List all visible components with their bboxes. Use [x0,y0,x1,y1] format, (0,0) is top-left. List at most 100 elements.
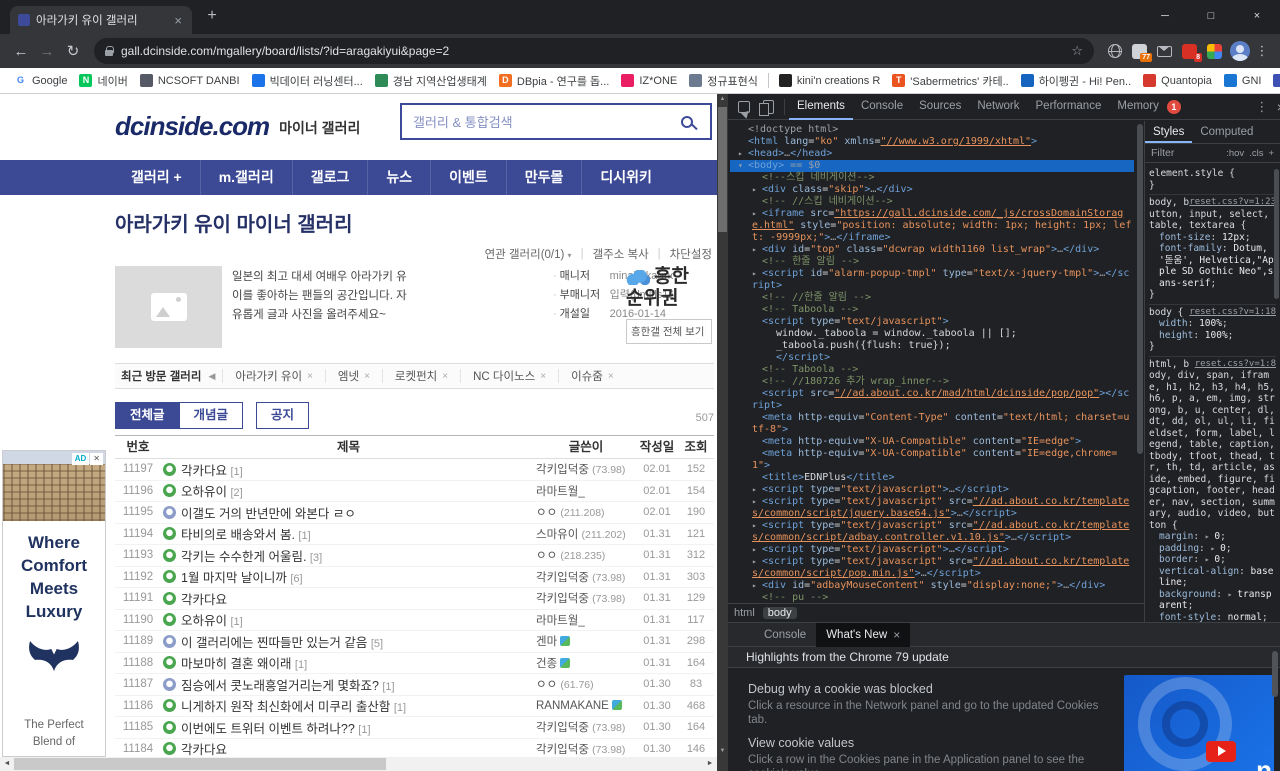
devtools-tab-memory[interactable]: Memory [1109,94,1167,120]
dom-node[interactable]: ▸ <script type="text/javascript" src="//a… [730,496,1134,520]
url-text[interactable]: gall.dcinside.com/mgallery/board/lists/?… [121,44,1063,58]
dom-node[interactable]: </script> [730,352,1134,364]
post-title[interactable]: 1월 마지막 날이니까 [6] [181,567,536,586]
table-row[interactable]: 11187 짐승에서 콧노래흥얼거리는게 몇화죠? [1] ㅇㅇ (61.76) 01… [115,674,714,696]
table-row[interactable]: 11196 오하유이 [2] 라마트월_ 02.01 154 [115,481,714,502]
bookmark-item[interactable]: D DBpia - 연구를 돕... [493,73,615,89]
dom-node[interactable]: <!-- //한줄 알림 --> [730,292,1134,304]
bookmark-item[interactable]: 경남 지역산업생태계 [369,73,493,89]
breadcrumb-html[interactable]: html [734,607,755,619]
post-title[interactable]: 타비의로 배송와서 봄. [1] [181,524,536,543]
dom-node[interactable]: <!-- //180726 추가 wrap_inner--> [730,376,1134,388]
ad-banner[interactable]: AD ✕ Where Comfort Meets Luxury The Perfect… [2,450,106,757]
site-logo[interactable]: dcinside.com 마이너 갤러리 [115,112,360,140]
notice-button[interactable]: 공지 [256,402,310,429]
post-title[interactable]: 이갤도 거의 반년만에 와본다 ㄹㅇ [181,503,536,522]
post-title[interactable]: 이 갤러리에는 찐따들만 있는거 같음 [5] [181,632,536,651]
search-input[interactable]: 갤러리 & 통합검색 [400,103,712,140]
post-title[interactable]: 오하유이 [2] [181,481,536,500]
table-row[interactable]: 11186 니게하지 원작 최신화에서 미쿠리 출산함 [1] RANMAKANE 0… [115,696,714,717]
scrollbar-thumb[interactable] [1274,169,1279,299]
dom-node[interactable]: _taboola.push({flush: true}); [730,340,1134,352]
ad-close-icon[interactable]: ✕ [90,453,103,465]
nav-item[interactable]: m.갤러리 [199,160,292,195]
post-title[interactable]: 짐승에서 콧노래흥얼거리는게 몇화죠? [1] [181,675,536,694]
browser-menu-icon[interactable]: ⋮ [1252,43,1272,59]
youtube-play-icon[interactable] [1206,741,1236,762]
vertical-scrollbar[interactable]: ▲ ▼ [717,94,728,757]
post-author[interactable]: 각키입덕중 (73.98) [536,569,636,585]
devtools-tab-console[interactable]: Console [853,94,911,120]
bookmark-item[interactable]: 하이펭귄 - Hi! Pen.. [1015,73,1137,89]
whatsnew-promo-image[interactable]: n [1124,675,1274,771]
dom-node[interactable]: <meta http-equiv="X-UA-Compatible" conte… [730,448,1134,472]
table-row[interactable]: 11195 이갤도 거의 반년만에 와본다 ㄹㅇ ㅇㅇ (211.208) 02.01… [115,502,714,524]
extension-icon-multi[interactable] [1202,38,1227,64]
sidebar-tab-styles[interactable]: Styles [1145,121,1192,143]
post-author[interactable]: ㅇㅇ (211.208) [536,504,636,520]
trending-all-button[interactable]: 흥한갤 전체 보기 [626,319,712,344]
table-row[interactable]: 11194 타비의로 배송와서 봄. [1] 스마유이 (211.202) 01.31… [115,524,714,545]
error-badge[interactable]: 1 [1166,99,1181,114]
close-icon[interactable]: × [893,623,900,647]
copy-url-button[interactable]: 갤주소 복사 [593,246,649,262]
devtools-close-icon[interactable]: × [1271,99,1280,115]
dom-node[interactable]: <!-- Taboola --> [730,364,1134,376]
dom-node[interactable]: ▸ <script type="text/javascript">…</scrip… [730,484,1134,496]
search-icon[interactable] [681,115,693,128]
scrollbar-thumb[interactable] [1272,651,1278,697]
styles-tool[interactable]: .cls [1249,148,1263,159]
dom-tree[interactable]: <!doctype html> <html lang="ko" xmlns="//… [728,121,1144,603]
post-author[interactable]: 각키입덕중 (73.98) [536,719,636,735]
css-rule[interactable]: reset.css?v=1:23 body, button, input, sel… [1149,195,1276,305]
dom-node[interactable]: ▸ <iframe src="https://gall.dcinside.com/… [730,208,1134,244]
bookmark-star-icon[interactable]: ☆ [1071,43,1083,59]
post-title[interactable]: 니게하지 원작 최신화에서 미쿠리 출산함 [1] [181,696,536,715]
dom-node[interactable]: ▸ <div class="skip">…</div> [730,184,1134,196]
dom-node[interactable]: ▸ <script type="text/javascript">…</scrip… [730,544,1134,556]
recent-gallery-tab[interactable]: 엠넷 × [324,369,382,383]
post-author[interactable]: ㅇㅇ (61.76) [536,676,636,692]
address-bar[interactable]: gall.dcinside.com/mgallery/board/lists/?… [94,38,1094,64]
recent-gallery-tab[interactable]: NC 다이노스 × [460,369,558,383]
devtools-tab-elements[interactable]: Elements [789,94,853,120]
table-row[interactable]: 11193 각키는 수수한게 어울림. [3] ㅇㅇ (218.235) 01.31 3… [115,545,714,567]
post-author[interactable]: 각키입덕중 (73.98) [536,461,636,477]
all-posts-button[interactable]: 전체글 [115,402,180,429]
profile-avatar[interactable] [1227,38,1252,64]
table-row[interactable]: 11188 마보마히 결혼 왜이래 [1] 건종 01.31 164 [115,653,714,674]
chevron-left-icon[interactable]: ◀ [208,371,222,382]
breadcrumb-body[interactable]: body [762,607,797,619]
bookmark-item[interactable]: 정규표현식 [683,73,764,89]
back-button[interactable]: ← [8,43,34,60]
style-rules[interactable]: element.style {} reset.css?v=1:23 body, bu… [1145,163,1280,622]
post-title[interactable]: 오하유이 [1] [181,610,536,629]
whatsnew-link[interactable]: View cookie values [748,736,1116,750]
minimize-button[interactable]: ─ [1142,0,1188,34]
styles-tool[interactable]: :hov [1226,148,1244,159]
bookmark-item[interactable]: 지표 [1267,73,1280,89]
table-row[interactable]: 11190 오하유이 [1] 라마트월_ 01.31 117 [115,610,714,631]
drawer-tab[interactable]: What's New × [816,622,911,647]
recent-gallery-tab[interactable]: 이슈줌 × [558,369,626,383]
dom-node[interactable]: window._taboola = window._taboola || []; [730,328,1134,340]
maximize-button[interactable]: □ [1188,0,1234,34]
post-title[interactable]: 각카다요 [1] [181,460,536,479]
devtools-tab-network[interactable]: Network [969,94,1027,120]
nav-item[interactable]: 이벤트 [430,160,506,195]
horizontal-scrollbar[interactable]: ◄ ► [0,757,717,771]
post-title[interactable]: 이번에도 트위터 이벤트 하려나?? [1] [181,718,536,737]
whatsnew-link[interactable]: Debug why a cookie was blocked [748,682,1116,696]
post-title[interactable]: 마보마히 결혼 왜이래 [1] [181,653,536,672]
dom-node[interactable]: <!-- //스킵 네비게이션--> [730,196,1134,208]
bookmark-item[interactable]: GNI [1218,74,1268,87]
close-icon[interactable]: × [608,371,614,382]
drawer-tab[interactable]: Console [754,623,816,647]
nav-item[interactable]: 갤로그 [291,160,368,195]
dom-node[interactable]: <!--스킵 네비게이션--> [730,172,1134,184]
post-author[interactable]: 스마유이 (211.202) [536,526,636,542]
dom-node[interactable]: <title>EDNPlus</title> [730,472,1134,484]
devtools-menu-icon[interactable]: ⋮ [1253,99,1271,115]
related-gallery-dropdown[interactable]: 연관 갤러리(0/1) ▾ [485,246,572,262]
close-icon[interactable]: × [307,371,313,382]
